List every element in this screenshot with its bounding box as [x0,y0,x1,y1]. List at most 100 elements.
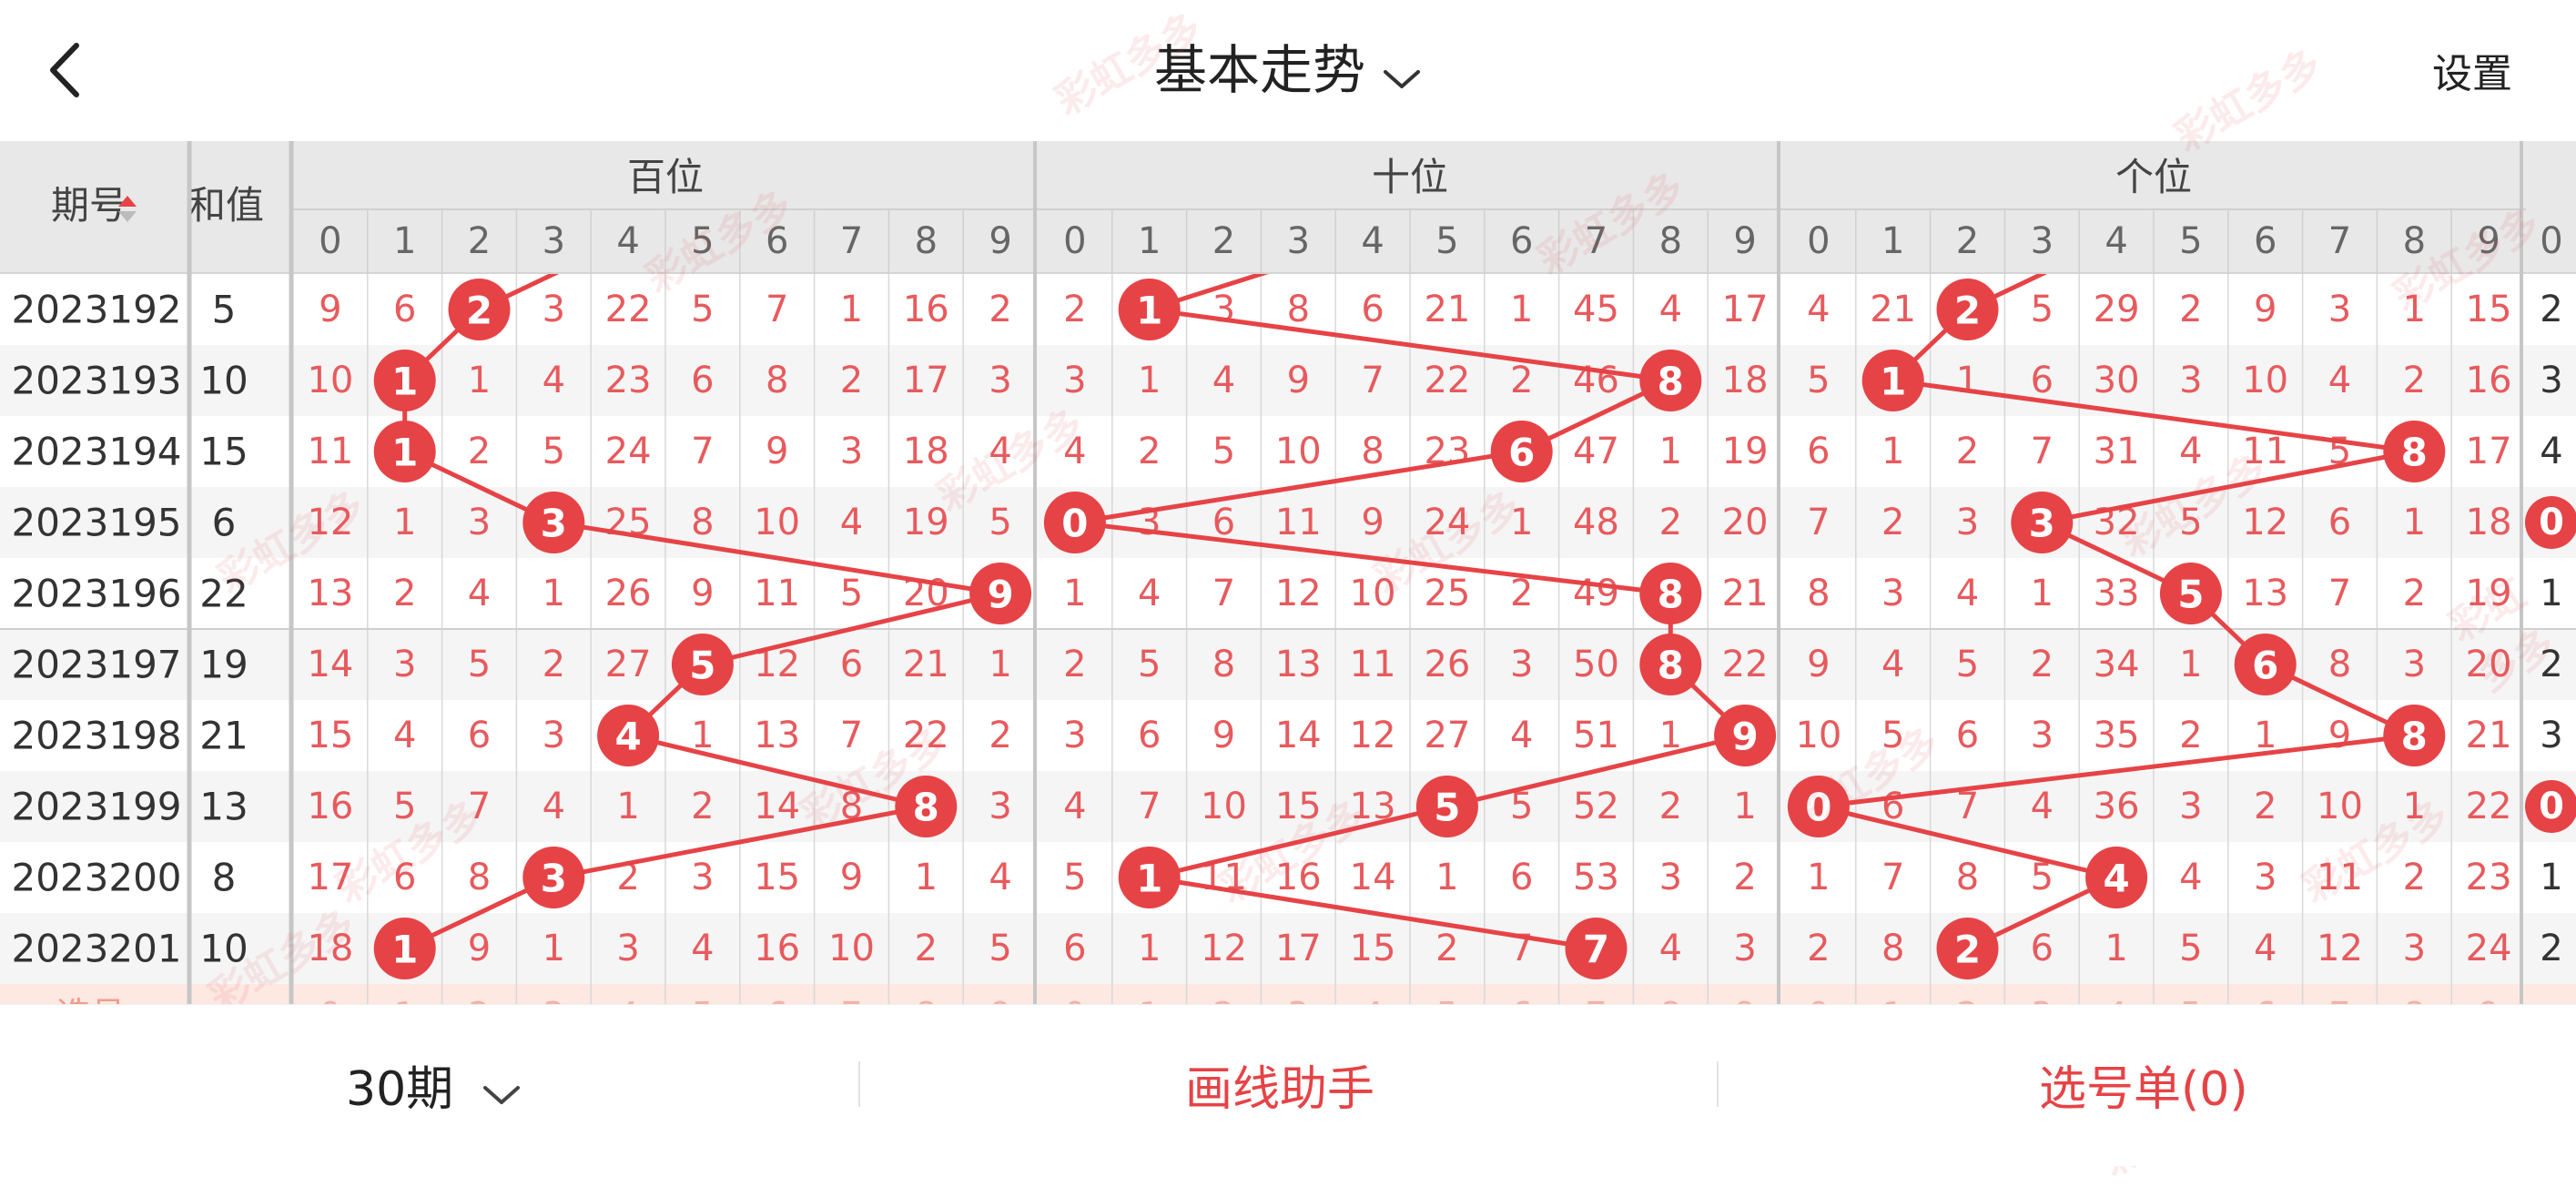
missing-count: 3 [840,431,863,472]
missing-count: 5 [840,573,863,614]
missing-count: 5 [989,502,1011,543]
missing-count: 22 [2466,786,2512,827]
sum-value: 22 [199,572,248,616]
digit-column-header: 5 [691,220,714,262]
period-selector[interactable]: 30期 [346,1050,522,1120]
missing-count: 1 [915,857,938,898]
digit-column-header: 1 [393,220,416,262]
missing-count: 10 [754,502,800,543]
missing-count: 11 [2317,857,2363,898]
pick-digit: 4 [617,995,639,1004]
column-divider [2520,141,2523,1004]
missing-count: 8 [766,360,788,401]
missing-count: 8 [1881,928,1904,969]
issue-number: 2023195 [11,501,181,545]
missing-count: 15 [754,857,800,898]
digit-column-header: 0 [319,220,341,262]
missing-count: 11 [1350,644,1396,685]
sum-value: 8 [212,856,237,900]
missing-count: 6 [2031,360,2054,401]
missing-count: 3 [1212,289,1235,330]
missing-count: 1 [2403,289,2426,330]
hit-ball-number: 1 [391,928,418,972]
draw-helper-button[interactable]: 画线助手 [1185,1050,1374,1119]
missing-count: 5 [2179,928,2202,969]
missing-count: 23 [605,360,652,401]
missing-count: 4 [1659,928,1682,969]
missing-count: 8 [691,502,714,543]
missing-count: 9 [1361,502,1384,543]
missing-count: 7 [468,786,491,827]
missing-count: 12 [1275,573,1322,614]
missing-count: 4 [1063,786,1086,827]
missing-count: 2 [468,431,491,472]
digit-column-header: 3 [1287,220,1310,262]
hit-ball-number: 2 [1954,928,1981,972]
pick-digit: 7 [1585,995,1607,1004]
missing-count: 3 [2540,360,2562,401]
missing-count: 2 [543,644,565,685]
missing-count: 19 [2466,573,2512,614]
digit-column-header: 4 [616,220,639,262]
missing-count: 8 [468,857,491,898]
missing-count: 50 [1573,644,1619,685]
pick-digit: 0 [1808,995,1830,1004]
top-bar: 基本走势 设置 [0,0,2576,141]
missing-count: 18 [1722,360,1769,401]
missing-count: 2 [1881,502,1904,543]
missing-count: 35 [2094,715,2140,756]
missing-count: 2 [989,289,1011,330]
missing-count: 1 [2403,502,2426,543]
hit-ball-number: 1 [1136,289,1162,333]
missing-count: 16 [754,928,800,969]
missing-count: 3 [2328,289,2351,330]
pick-list-button[interactable]: 选号单(0) [2039,1050,2248,1119]
missing-count: 2 [1063,644,1086,685]
missing-count: 7 [1361,360,1384,401]
missing-count: 4 [1956,573,1979,614]
missing-count: 27 [1424,715,1470,756]
pick-digit: 3 [2031,995,2053,1004]
missing-count: 10 [1795,715,1841,756]
digit-column-header: 0 [1807,220,1830,262]
title-dropdown[interactable]: 基本走势 [0,27,2576,105]
missing-count: 1 [1807,857,1830,898]
missing-count: 10 [307,360,353,401]
pick-digit: 4 [1362,995,1384,1004]
missing-count: 3 [393,644,416,685]
missing-count: 3 [543,715,565,756]
missing-count: 12 [307,502,353,543]
missing-count: 2 [840,360,863,401]
missing-count: 2 [989,715,1011,756]
trend-grid: 2023192 5 9 6 3 22 5 7 1 16 2 2 3 8 6 21 1 45 4 17 4 21 5 29 2 9 3… [0,141,2576,1004]
missing-count: 3 [1881,573,1904,614]
missing-count: 2 [1138,431,1161,472]
missing-count: 1 [1659,431,1682,472]
missing-count: 5 [1212,431,1235,472]
missing-count: 1 [840,289,863,330]
hit-ball-number: 8 [1658,360,1684,404]
missing-count: 1 [1956,360,1979,401]
hit-ball-number: 2 [1954,289,1981,333]
hit-ball-number: 4 [614,715,641,759]
missing-count: 10 [828,928,875,969]
group-header: 个位 [2115,155,2192,199]
pick-digit: 9 [989,995,1011,1004]
missing-count: 1 [1510,289,1533,330]
missing-count: 4 [543,360,565,401]
missing-count: 21 [1870,289,1916,330]
hit-ball-number: 8 [1658,573,1684,617]
missing-count: 17 [307,857,353,898]
missing-count: 6 [1807,431,1830,472]
missing-count: 2 [1435,928,1458,969]
digit-column-header: 4 [2104,220,2127,262]
settings-button[interactable]: 设置 [2432,41,2512,99]
missing-count: 6 [2031,928,2054,969]
missing-count: 4 [2254,928,2277,969]
column-divider [1033,141,1037,1004]
digit-column-header: 3 [2031,220,2054,262]
hit-ball-number: 1 [1880,360,1906,404]
missing-count: 10 [2242,360,2288,401]
missing-count: 16 [903,289,949,330]
missing-count: 10 [2317,786,2363,827]
